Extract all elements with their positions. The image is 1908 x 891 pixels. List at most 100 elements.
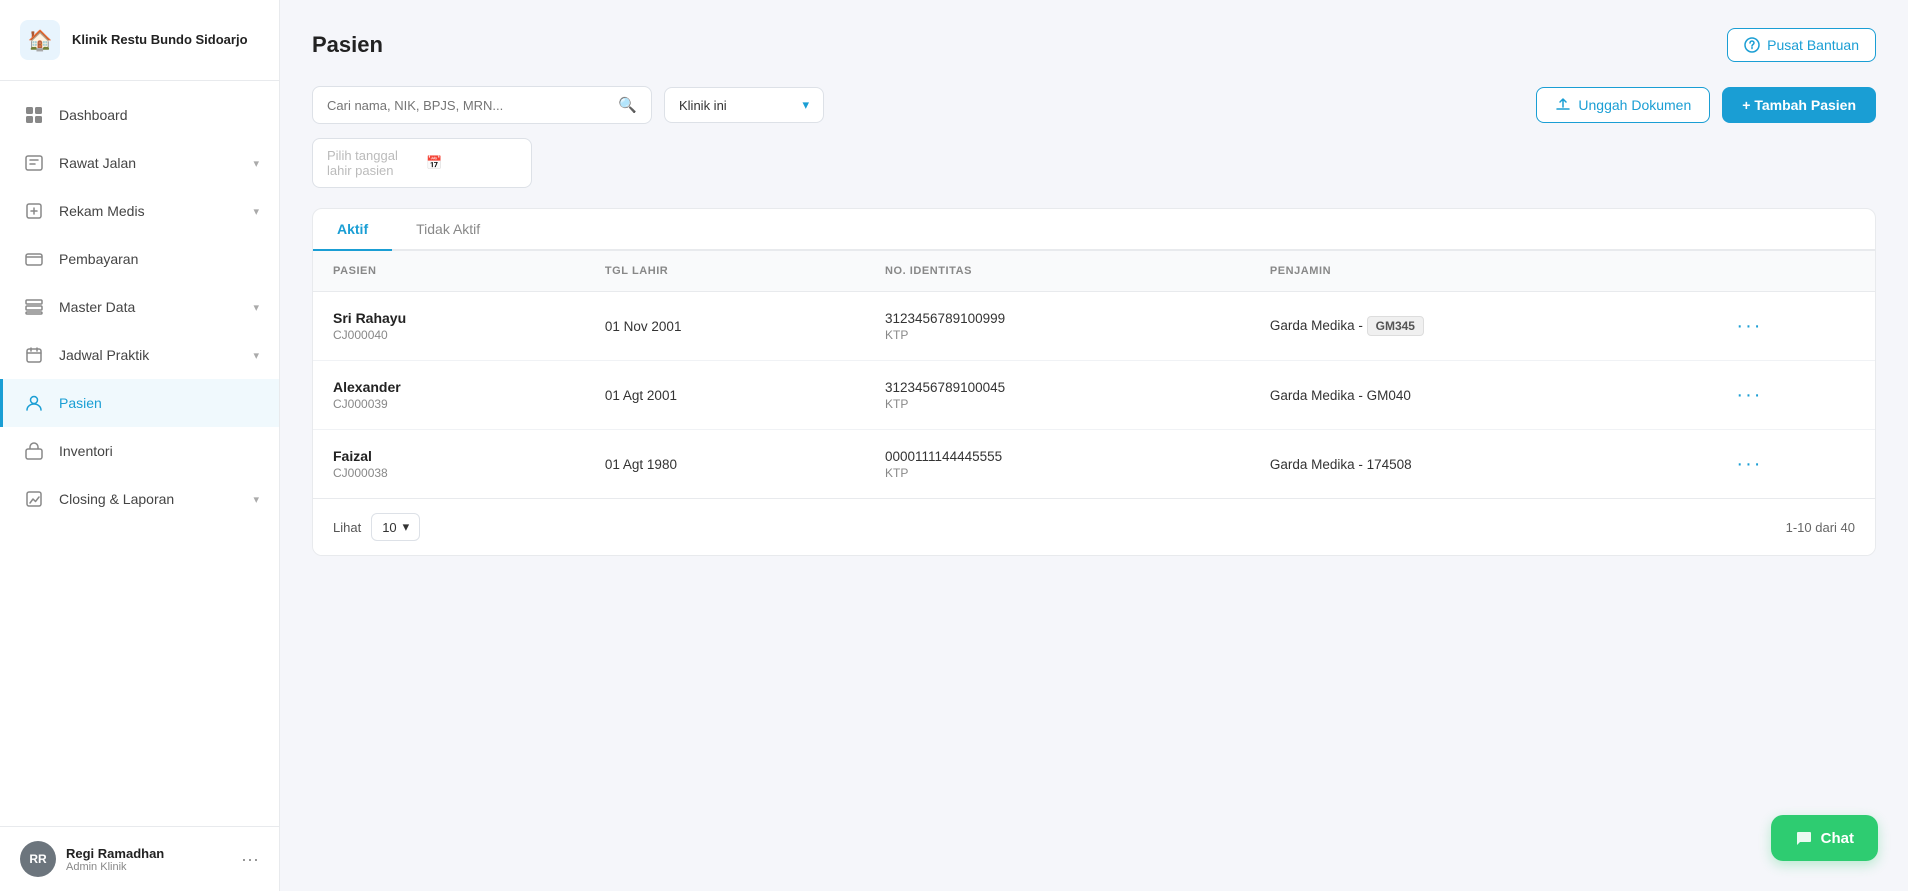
pasien-icon [23, 392, 45, 414]
patient-id: CJ000038 [333, 466, 565, 480]
penjamin-cell: Garda Medika - GM040 [1250, 361, 1717, 430]
sidebar-item-inventori[interactable]: Inventori [0, 427, 279, 475]
penjamin-badge: GM345 [1367, 316, 1424, 336]
sidebar-item-pembayaran[interactable]: Pembayaran [0, 235, 279, 283]
sidebar-item-dashboard[interactable]: Dashboard [0, 91, 279, 139]
tambah-label: + Tambah Pasien [1742, 97, 1856, 113]
chevron-down-icon: ▾ [253, 301, 259, 314]
chat-label: Chat [1821, 830, 1854, 847]
sidebar-item-label: Rekam Medis [59, 203, 145, 219]
patient-cell: Alexander CJ000039 [313, 361, 585, 430]
date-placeholder: Pilih tanggal lahir pasien [327, 148, 418, 178]
col-tgl-lahir: TGL LAHIR [585, 251, 865, 292]
search-icon: 🔍 [618, 96, 637, 114]
sidebar-item-rekam-medis[interactable]: Rekam Medis ▾ [0, 187, 279, 235]
penjamin-text: Garda Medika - GM040 [1270, 388, 1411, 403]
clinic-dropdown[interactable]: Klinik ini ▾ [664, 87, 824, 123]
patient-id: CJ000039 [333, 397, 565, 411]
upload-button[interactable]: Unggah Dokumen [1536, 87, 1710, 123]
row-actions-cell: ··· [1716, 361, 1875, 430]
tambah-pasien-button[interactable]: + Tambah Pasien [1722, 87, 1876, 123]
filter-row: 🔍 Klinik ini ▾ Unggah Dokumen + Tambah P… [312, 86, 1876, 124]
col-pasien: PASIEN [313, 251, 585, 292]
patient-name: Alexander [333, 379, 565, 395]
row-menu-dots[interactable]: ··· [1736, 453, 1762, 475]
rekam-medis-icon [23, 200, 45, 222]
chevron-down-icon: ▾ [253, 205, 259, 218]
closing-icon [23, 488, 45, 510]
sidebar-item-closing-laporan[interactable]: Closing & Laporan ▾ [0, 475, 279, 523]
sidebar-item-jadwal-praktik[interactable]: Jadwal Praktik ▾ [0, 331, 279, 379]
patient-cell: Sri Rahayu CJ000040 [313, 292, 585, 361]
table-row: Alexander CJ000039 01 Agt 2001 312345678… [313, 361, 1875, 430]
id-type: KTP [885, 328, 1230, 342]
show-count: Lihat 10 ▾ [333, 513, 420, 541]
sidebar-item-label: Pasien [59, 395, 102, 411]
tabs-row: Aktif Tidak Aktif [313, 209, 1875, 251]
col-penjamin: PENJAMIN [1250, 251, 1717, 292]
tgl-lahir-cell: 01 Agt 1980 [585, 430, 865, 499]
chat-button[interactable]: Chat [1771, 815, 1878, 861]
chevron-down-icon: ▾ [253, 493, 259, 506]
brand-name: Klinik Restu Bundo Sidoarjo [72, 32, 248, 49]
table-row: Faizal CJ000038 01 Agt 1980 000011114444… [313, 430, 1875, 499]
date-picker[interactable]: Pilih tanggal lahir pasien 📅 [312, 138, 532, 188]
table-row: Sri Rahayu CJ000040 01 Nov 2001 31234567… [313, 292, 1875, 361]
clinic-dropdown-label: Klinik ini [679, 98, 727, 113]
master-data-icon [23, 296, 45, 318]
no-identitas: 3123456789100045 [885, 380, 1230, 395]
main: Pasien Pusat Bantuan 🔍 Klinik ini ▾ Ungg… [280, 0, 1908, 891]
patient-id: CJ000040 [333, 328, 565, 342]
row-actions-cell: ··· [1716, 292, 1875, 361]
lihat-label: Lihat [333, 520, 361, 535]
search-input[interactable] [327, 98, 610, 113]
user-info: Regi Ramadhan Admin Klinik [66, 846, 231, 873]
no-identitas-cell: 0000111144445555 KTP [865, 430, 1250, 499]
upload-label: Unggah Dokumen [1578, 97, 1691, 113]
sidebar-item-pasien[interactable]: Pasien [0, 379, 279, 427]
sidebar-item-rawat-jalan[interactable]: Rawat Jalan ▾ [0, 139, 279, 187]
user-menu-dots[interactable]: ··· [241, 849, 259, 870]
chevron-down-icon: ▾ [403, 519, 410, 535]
sidebar-item-master-data[interactable]: Master Data ▾ [0, 283, 279, 331]
date-row: Pilih tanggal lahir pasien 📅 [312, 138, 1876, 188]
dashboard-icon [23, 104, 45, 126]
tab-aktif-label: Aktif [337, 221, 368, 237]
sidebar-item-label: Closing & Laporan [59, 491, 174, 507]
col-actions [1716, 251, 1875, 292]
sidebar-item-label: Rawat Jalan [59, 155, 136, 171]
rawat-jalan-icon [23, 152, 45, 174]
no-identitas: 3123456789100999 [885, 311, 1230, 326]
tgl-lahir-cell: 01 Agt 2001 [585, 361, 865, 430]
brand: 🏠 Klinik Restu Bundo Sidoarjo [0, 0, 279, 81]
sidebar-item-label: Inventori [59, 443, 113, 459]
patient-cell: Faizal CJ000038 [313, 430, 585, 499]
id-type: KTP [885, 466, 1230, 480]
patients-table: PASIEN TGL LAHIR NO. IDENTITAS PENJAMIN … [313, 251, 1875, 498]
row-actions-cell: ··· [1716, 430, 1875, 499]
sidebar-footer: RR Regi Ramadhan Admin Klinik ··· [0, 826, 279, 891]
user-name: Regi Ramadhan [66, 846, 231, 861]
penjamin-text: Garda Medika - [1270, 318, 1367, 333]
tab-tidak-aktif[interactable]: Tidak Aktif [392, 209, 504, 251]
penjamin-cell: Garda Medika - GM345 [1250, 292, 1717, 361]
sidebar-item-label: Jadwal Praktik [59, 347, 149, 363]
count-select[interactable]: 10 ▾ [371, 513, 420, 541]
chevron-down-icon: ▾ [253, 349, 259, 362]
penjamin-cell: Garda Medika - 174508 [1250, 430, 1717, 499]
table-footer: Lihat 10 ▾ 1-10 dari 40 [313, 498, 1875, 555]
col-no-identitas: NO. IDENTITAS [865, 251, 1250, 292]
search-box[interactable]: 🔍 [312, 86, 652, 124]
pusat-bantuan-button[interactable]: Pusat Bantuan [1727, 28, 1876, 62]
patient-name: Faizal [333, 448, 565, 464]
row-menu-dots[interactable]: ··· [1736, 384, 1762, 406]
pusat-bantuan-label: Pusat Bantuan [1767, 37, 1859, 53]
jadwal-icon [23, 344, 45, 366]
tab-aktif[interactable]: Aktif [313, 209, 392, 251]
row-menu-dots[interactable]: ··· [1736, 315, 1762, 337]
user-role: Admin Klinik [66, 861, 231, 873]
chevron-down-icon: ▾ [253, 157, 259, 170]
sidebar-item-label: Master Data [59, 299, 135, 315]
main-content: Pasien Pusat Bantuan 🔍 Klinik ini ▾ Ungg… [280, 0, 1908, 891]
page-header: Pasien Pusat Bantuan [312, 28, 1876, 62]
